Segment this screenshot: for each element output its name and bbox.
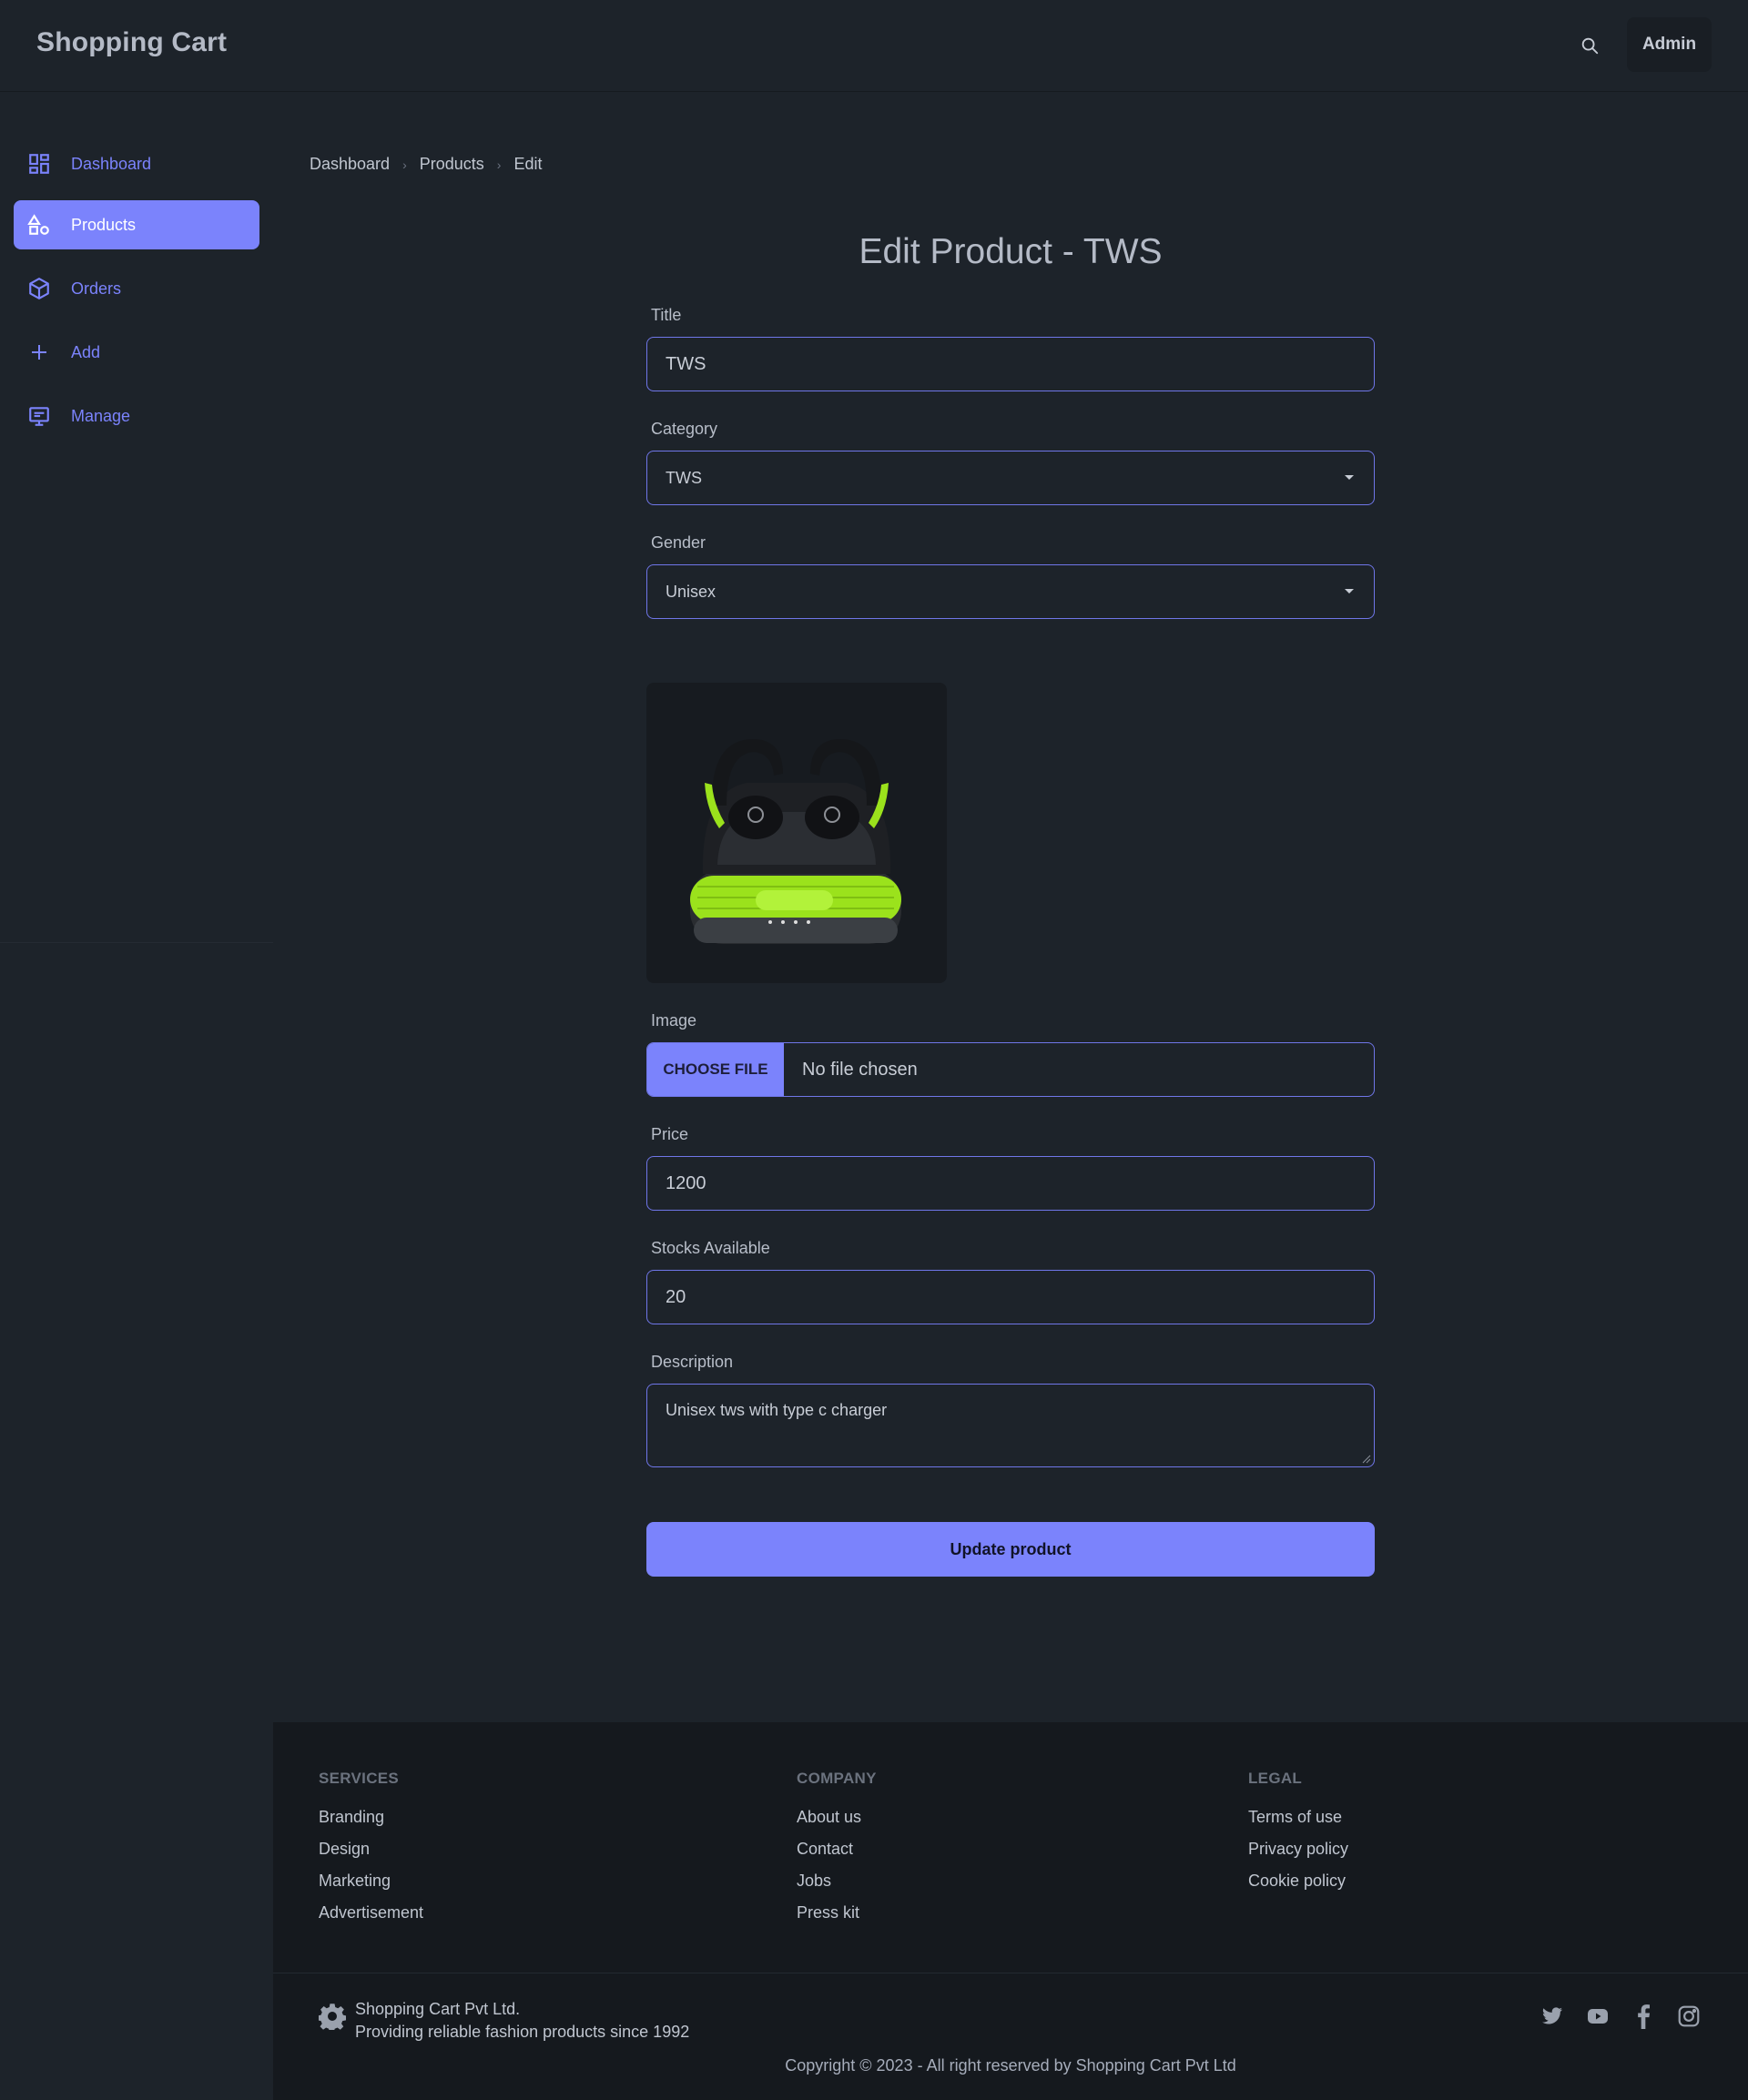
breadcrumb: Dashboard › Products › Edit bbox=[310, 155, 542, 174]
twitter-icon[interactable] bbox=[1539, 2003, 1566, 2030]
gender-value: Unisex bbox=[666, 582, 716, 601]
instagram-icon[interactable] bbox=[1675, 2003, 1702, 2030]
stock-input[interactable]: 20 bbox=[646, 1270, 1375, 1324]
shapes-icon bbox=[25, 211, 53, 238]
category-select[interactable]: TWS bbox=[646, 451, 1375, 505]
app-title[interactable]: Shopping Cart bbox=[36, 27, 227, 58]
sidebar-item-add[interactable]: Add bbox=[14, 328, 259, 377]
footer-heading: LEGAL bbox=[1248, 1770, 1303, 1787]
footer-link[interactable]: Advertisement bbox=[319, 1903, 423, 1935]
footer-link[interactable]: Jobs bbox=[797, 1872, 877, 1903]
sidebar-item-label: Manage bbox=[71, 406, 131, 425]
dashboard-icon bbox=[25, 150, 53, 178]
stock-label: Stocks Available bbox=[651, 1239, 770, 1257]
image-label: Image bbox=[651, 1011, 697, 1030]
price-label: Price bbox=[651, 1125, 689, 1143]
sidebar-item-orders[interactable]: Orders bbox=[14, 264, 259, 313]
sidebar-item-label: Products bbox=[71, 215, 137, 234]
description-textarea[interactable]: Unisex tws with type c charger bbox=[646, 1384, 1375, 1467]
page-title: Edit Product - TWS bbox=[859, 232, 1163, 271]
footer-company-name: Shopping Cart Pvt Ltd. bbox=[355, 2000, 521, 2018]
chevron-down-icon bbox=[1345, 475, 1354, 480]
resize-handle-icon[interactable] bbox=[1362, 1455, 1371, 1464]
breadcrumb-products[interactable]: Products bbox=[420, 155, 484, 174]
sidebar-item-label: Add bbox=[71, 342, 101, 361]
title-input[interactable]: TWS bbox=[646, 337, 1375, 391]
gender-label: Gender bbox=[651, 533, 706, 552]
footer-link[interactable]: Press kit bbox=[797, 1903, 877, 1935]
footer-link[interactable]: Marketing bbox=[319, 1872, 423, 1903]
footer: SERVICES Branding Design Marketing Adver… bbox=[273, 1722, 1748, 2100]
sidebar-item-manage[interactable]: Manage bbox=[14, 391, 259, 441]
breadcrumb-edit: Edit bbox=[513, 155, 543, 173]
footer-link[interactable]: Branding bbox=[319, 1808, 423, 1840]
top-navbar: Shopping Cart Admin bbox=[0, 0, 1748, 91]
social-links bbox=[1539, 2003, 1702, 2030]
earbuds-image bbox=[690, 738, 901, 944]
price-input[interactable]: 1200 bbox=[646, 1156, 1375, 1211]
image-file-input[interactable]: CHOOSE FILE No file chosen bbox=[646, 1042, 1375, 1097]
sidebar-divider bbox=[0, 942, 273, 943]
product-image-preview bbox=[646, 683, 947, 983]
category-label: Category bbox=[651, 420, 718, 438]
footer-link[interactable]: About us bbox=[797, 1808, 877, 1840]
update-product-button[interactable]: Update product bbox=[646, 1522, 1375, 1577]
chevron-down-icon bbox=[1345, 589, 1354, 593]
description-label: Description bbox=[651, 1353, 734, 1371]
footer-link[interactable]: Privacy policy bbox=[1248, 1840, 1348, 1872]
search-icon bbox=[1581, 37, 1599, 55]
footer-company: COMPANY About us Contact Jobs Press kit bbox=[797, 1770, 877, 1935]
footer-link[interactable]: Contact bbox=[797, 1840, 877, 1872]
description-value: Unisex tws with type c charger bbox=[666, 1401, 888, 1419]
footer-heading: COMPANY bbox=[797, 1770, 877, 1787]
file-status: No file chosen bbox=[802, 1059, 918, 1080]
sidebar-item-label: Orders bbox=[71, 279, 122, 298]
footer-company-info: Shopping Cart Pvt Ltd. Providing reliabl… bbox=[319, 1998, 689, 2044]
footer-tagline: Providing reliable fashion products sinc… bbox=[355, 2023, 690, 2041]
box-icon bbox=[25, 275, 53, 302]
sidebar-item-products[interactable]: Products bbox=[14, 200, 259, 249]
copyright: Copyright © 2023 - All right reserved by… bbox=[785, 2056, 1236, 2075]
footer-heading: SERVICES bbox=[319, 1770, 400, 1787]
footer-link[interactable]: Design bbox=[319, 1840, 423, 1872]
admin-menu-button[interactable]: Admin bbox=[1627, 17, 1712, 72]
youtube-icon[interactable] bbox=[1584, 2003, 1611, 2030]
breadcrumb-dashboard[interactable]: Dashboard bbox=[310, 155, 390, 174]
choose-file-button[interactable]: CHOOSE FILE bbox=[647, 1043, 784, 1096]
footer-legal: LEGAL Terms of use Privacy policy Cookie… bbox=[1248, 1770, 1348, 1903]
footer-link[interactable]: Cookie policy bbox=[1248, 1872, 1348, 1903]
title-label: Title bbox=[651, 306, 682, 324]
plus-icon bbox=[25, 339, 53, 366]
manage-icon bbox=[25, 402, 53, 430]
sidebar-item-label: Dashboard bbox=[71, 154, 152, 173]
category-value: TWS bbox=[666, 468, 702, 487]
footer-services: SERVICES Branding Design Marketing Adver… bbox=[319, 1770, 423, 1935]
sidebar-item-dashboard[interactable]: Dashboard bbox=[14, 139, 259, 188]
chevron-right-icon: › bbox=[496, 157, 502, 172]
footer-link[interactable]: Terms of use bbox=[1248, 1808, 1348, 1840]
gear-icon bbox=[319, 2004, 346, 2030]
gender-select[interactable]: Unisex bbox=[646, 564, 1375, 619]
chevron-right-icon: › bbox=[402, 157, 407, 172]
facebook-icon[interactable] bbox=[1630, 2003, 1657, 2030]
search-button[interactable] bbox=[1571, 29, 1608, 62]
